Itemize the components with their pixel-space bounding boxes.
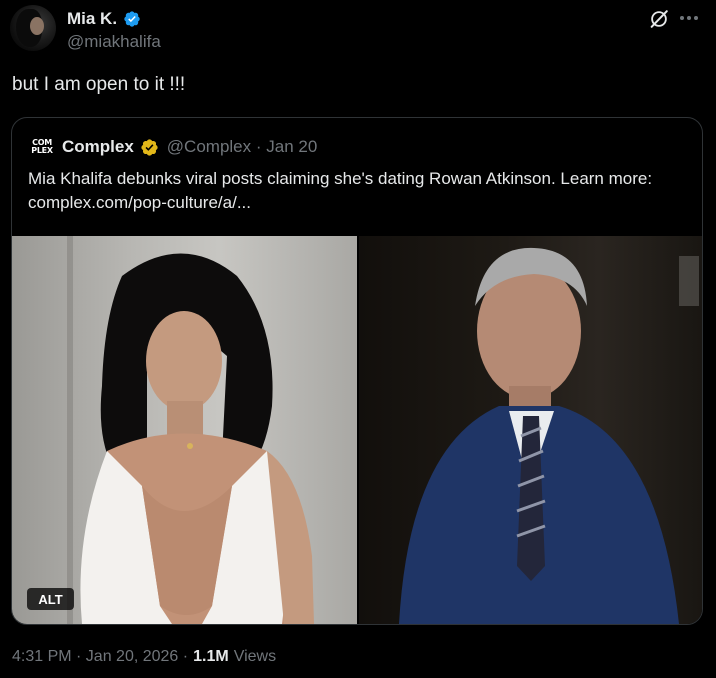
quoted-handle-date[interactable]: @Complex · Jan 20 [167,137,318,157]
views-label: Views [233,648,277,665]
author-display-name[interactable]: Mia K. [67,9,117,29]
alt-text-badge[interactable]: ALT [27,588,74,610]
verified-badge-icon [124,11,140,27]
complex-logo-bottom: PLEX [31,146,53,155]
complex-logo[interactable]: COM PLEX [31,137,53,157]
quoted-tweet-card[interactable]: COM PLEX Complex @Complex · Jan 20 Mia K… [11,117,703,625]
quoted-author-name[interactable]: Complex [62,137,134,157]
quoted-tweet-header: COM PLEX Complex @Complex · Jan 20 [31,136,318,158]
media-photo-left[interactable]: ALT [12,236,357,624]
tweet-timestamp[interactable]: 4:31 PM · Jan 20, 2026 · [12,648,188,666]
avatar[interactable] [10,5,56,51]
media-photo-right[interactable] [359,236,702,624]
tweet-meta: 4:31 PM · Jan 20, 2026 · 1.1M Views [12,648,276,666]
author-name-row[interactable]: Mia K. [67,8,141,30]
gold-verified-badge-icon [141,138,158,156]
grok-icon[interactable] [648,8,670,30]
photo-right-illustration [399,247,699,624]
author-handle[interactable]: @miakhalifa [67,32,161,52]
views-count: 1.1M [193,648,229,665]
quoted-media-grid: ALT [12,236,702,624]
photo-left-illustration [67,236,314,624]
quoted-tweet-text: Mia Khalifa debunks viral posts claiming… [28,169,653,212]
tweet-text: but I am open to it !!! [12,74,186,95]
more-options-icon[interactable] [680,10,704,26]
